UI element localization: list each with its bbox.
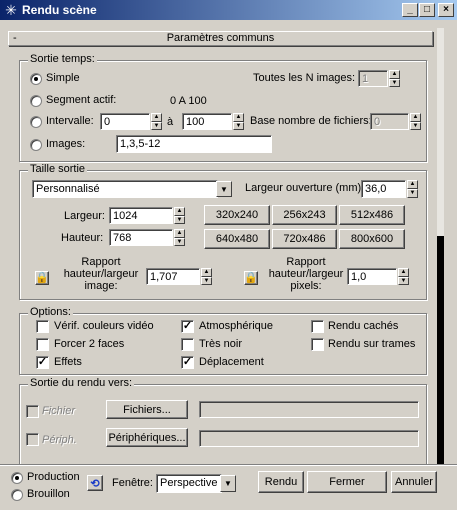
file-base-label: Base nombre de fichiers: — [250, 115, 372, 127]
minimize-button[interactable]: _ — [402, 3, 418, 17]
option-effects-label: Effets — [54, 356, 82, 368]
preset-640x480-button[interactable]: 640x480 — [204, 229, 270, 249]
simple-radio[interactable] — [30, 73, 42, 85]
range-label: Intervalle: — [46, 115, 94, 127]
range-to-spinner[interactable]: ▲ ▼ — [233, 113, 244, 130]
cancel-button[interactable]: Annuler — [391, 471, 437, 493]
range-from-spinner[interactable]: ▲ ▼ — [151, 113, 162, 130]
width-field[interactable]: 1024 — [109, 207, 173, 224]
image-aspect-field[interactable]: 1,707 — [146, 268, 200, 285]
option-video-color-check-checkbox[interactable] — [36, 320, 49, 333]
close-dialog-button[interactable]: Fermer — [307, 471, 387, 493]
output-size-title: Taille sortie — [28, 163, 88, 175]
active-segment-range: 0 A 100 — [170, 95, 207, 107]
option-atmospheric-checkbox[interactable]: ✓ — [181, 320, 194, 333]
height-spinner[interactable]: ▲ ▼ — [174, 229, 185, 246]
option-video-color-check-label: Vérif. couleurs vidéo — [54, 320, 154, 332]
option-render-hidden-label: Rendu cachés — [328, 320, 399, 332]
save-file-label: Fichier — [42, 405, 76, 417]
preset-256x243-button[interactable]: 256x243 — [272, 205, 337, 225]
file-path-display — [199, 401, 419, 418]
pixel-aspect-spinner[interactable]: ▲ ▼ — [398, 268, 409, 285]
option-displacement-label: Déplacement — [199, 356, 264, 368]
preset-720x486-button[interactable]: 720x486 — [272, 229, 337, 249]
image-aspect-spinner[interactable]: ▲ ▼ — [201, 268, 212, 285]
aperture-spinner[interactable]: ▲ ▼ — [407, 180, 418, 198]
active-segment-radio[interactable] — [30, 95, 42, 107]
aperture-label: Largeur ouverture (mm): — [245, 182, 365, 194]
render-output-title: Sortie du rendu vers: — [28, 377, 135, 389]
range-to-label: à — [167, 116, 174, 128]
option-force-2-sided-checkbox[interactable] — [36, 338, 49, 351]
viewport-dropdown-icon[interactable]: ▼ — [220, 475, 236, 492]
scrollbar-thumb[interactable] — [437, 236, 444, 464]
option-super-black-checkbox[interactable] — [181, 338, 194, 351]
render-output-group — [19, 384, 427, 464]
production-label: Production — [27, 471, 80, 483]
window-label: Fenêtre: — [112, 477, 153, 489]
close-button[interactable]: × — [438, 3, 454, 17]
aperture-field[interactable]: 36,0 — [361, 180, 406, 198]
draft-label: Brouillon — [27, 488, 70, 500]
file-base-spinner[interactable]: ▲ ▼ — [410, 113, 421, 130]
every-n-label: Toutes les N images: — [253, 72, 356, 84]
frames-label: Images: — [46, 138, 86, 150]
production-radio[interactable] — [11, 472, 23, 484]
active-segment-label: Segment actif: — [46, 94, 117, 106]
range-to-field[interactable]: 100 — [182, 113, 232, 130]
width-label: Largeur: — [64, 210, 105, 222]
preset-320x240-button[interactable]: 320x240 — [204, 205, 270, 225]
preset-512x486-button[interactable]: 512x486 — [339, 205, 405, 225]
every-n-spinner[interactable]: ▲ ▼ — [389, 70, 400, 87]
height-label: Hauteur: — [61, 232, 104, 244]
width-spinner[interactable]: ▲ ▼ — [174, 207, 185, 224]
devices-button[interactable]: Périphériques... — [106, 428, 188, 447]
maximize-button[interactable]: □ — [419, 3, 435, 17]
preset-800x600-button[interactable]: 800x600 — [339, 229, 405, 249]
rollout-title: Paramètres communs — [166, 32, 275, 44]
range-radio[interactable] — [30, 116, 42, 128]
size-preset-dropdown-icon[interactable]: ▼ — [216, 181, 232, 197]
option-render-fields-checkbox[interactable] — [311, 338, 324, 351]
save-file-checkbox[interactable] — [26, 405, 39, 418]
option-super-black-label: Très noir — [199, 338, 242, 350]
options-title: Options: — [28, 306, 73, 318]
viewport-combo[interactable]: Perspective — [156, 474, 222, 493]
file-base-field[interactable]: 0 — [370, 113, 409, 130]
pixel-aspect-field[interactable]: 1,0 — [347, 268, 397, 285]
option-render-hidden-checkbox[interactable] — [311, 320, 324, 333]
frames-field[interactable]: 1,3,5-12 — [116, 135, 272, 153]
option-force-2-sided-label: Forcer 2 faces — [54, 338, 125, 350]
frames-radio[interactable] — [30, 139, 42, 151]
rollout-header[interactable]: - Paramètres communs — [8, 31, 433, 46]
option-effects-checkbox[interactable]: ✓ — [36, 356, 49, 369]
simple-label: Simple — [46, 72, 80, 84]
image-aspect-label: Rapport hauteur/largeur image: — [63, 256, 139, 292]
files-button[interactable]: Fichiers... — [106, 400, 188, 419]
time-output-title: Sortie temps: — [28, 53, 97, 65]
option-displacement-checkbox[interactable]: ✓ — [181, 356, 194, 369]
render-button[interactable]: Rendu — [258, 471, 304, 493]
use-device-checkbox[interactable] — [26, 433, 39, 446]
height-field[interactable]: 768 — [109, 229, 173, 246]
every-n-field[interactable]: 1 — [358, 70, 388, 87]
option-atmospheric-label: Atmosphérique — [199, 320, 273, 332]
app-asterisk-icon: ✳ — [5, 2, 17, 18]
pixel-aspect-lock-icon[interactable]: 🔒 — [244, 271, 258, 285]
option-render-fields-label: Rendu sur trames — [328, 338, 416, 350]
size-preset-combo[interactable]: Personnalisé — [32, 180, 218, 198]
swap-arrow-icon[interactable]: ⟲ — [87, 475, 103, 491]
image-aspect-lock-icon[interactable]: 🔒 — [35, 271, 49, 285]
title-bar[interactable]: ✳ Rendu scène _ □ × — [0, 0, 457, 20]
range-from-field[interactable]: 0 — [100, 113, 150, 130]
draft-radio[interactable] — [11, 489, 23, 501]
window-title: Rendu scène — [22, 3, 97, 17]
pixel-aspect-label: Rapport hauteur/largeur pixels: — [268, 256, 344, 292]
footer-separator — [0, 464, 457, 466]
device-display — [199, 430, 419, 447]
use-device-label: Périph. — [42, 434, 77, 446]
